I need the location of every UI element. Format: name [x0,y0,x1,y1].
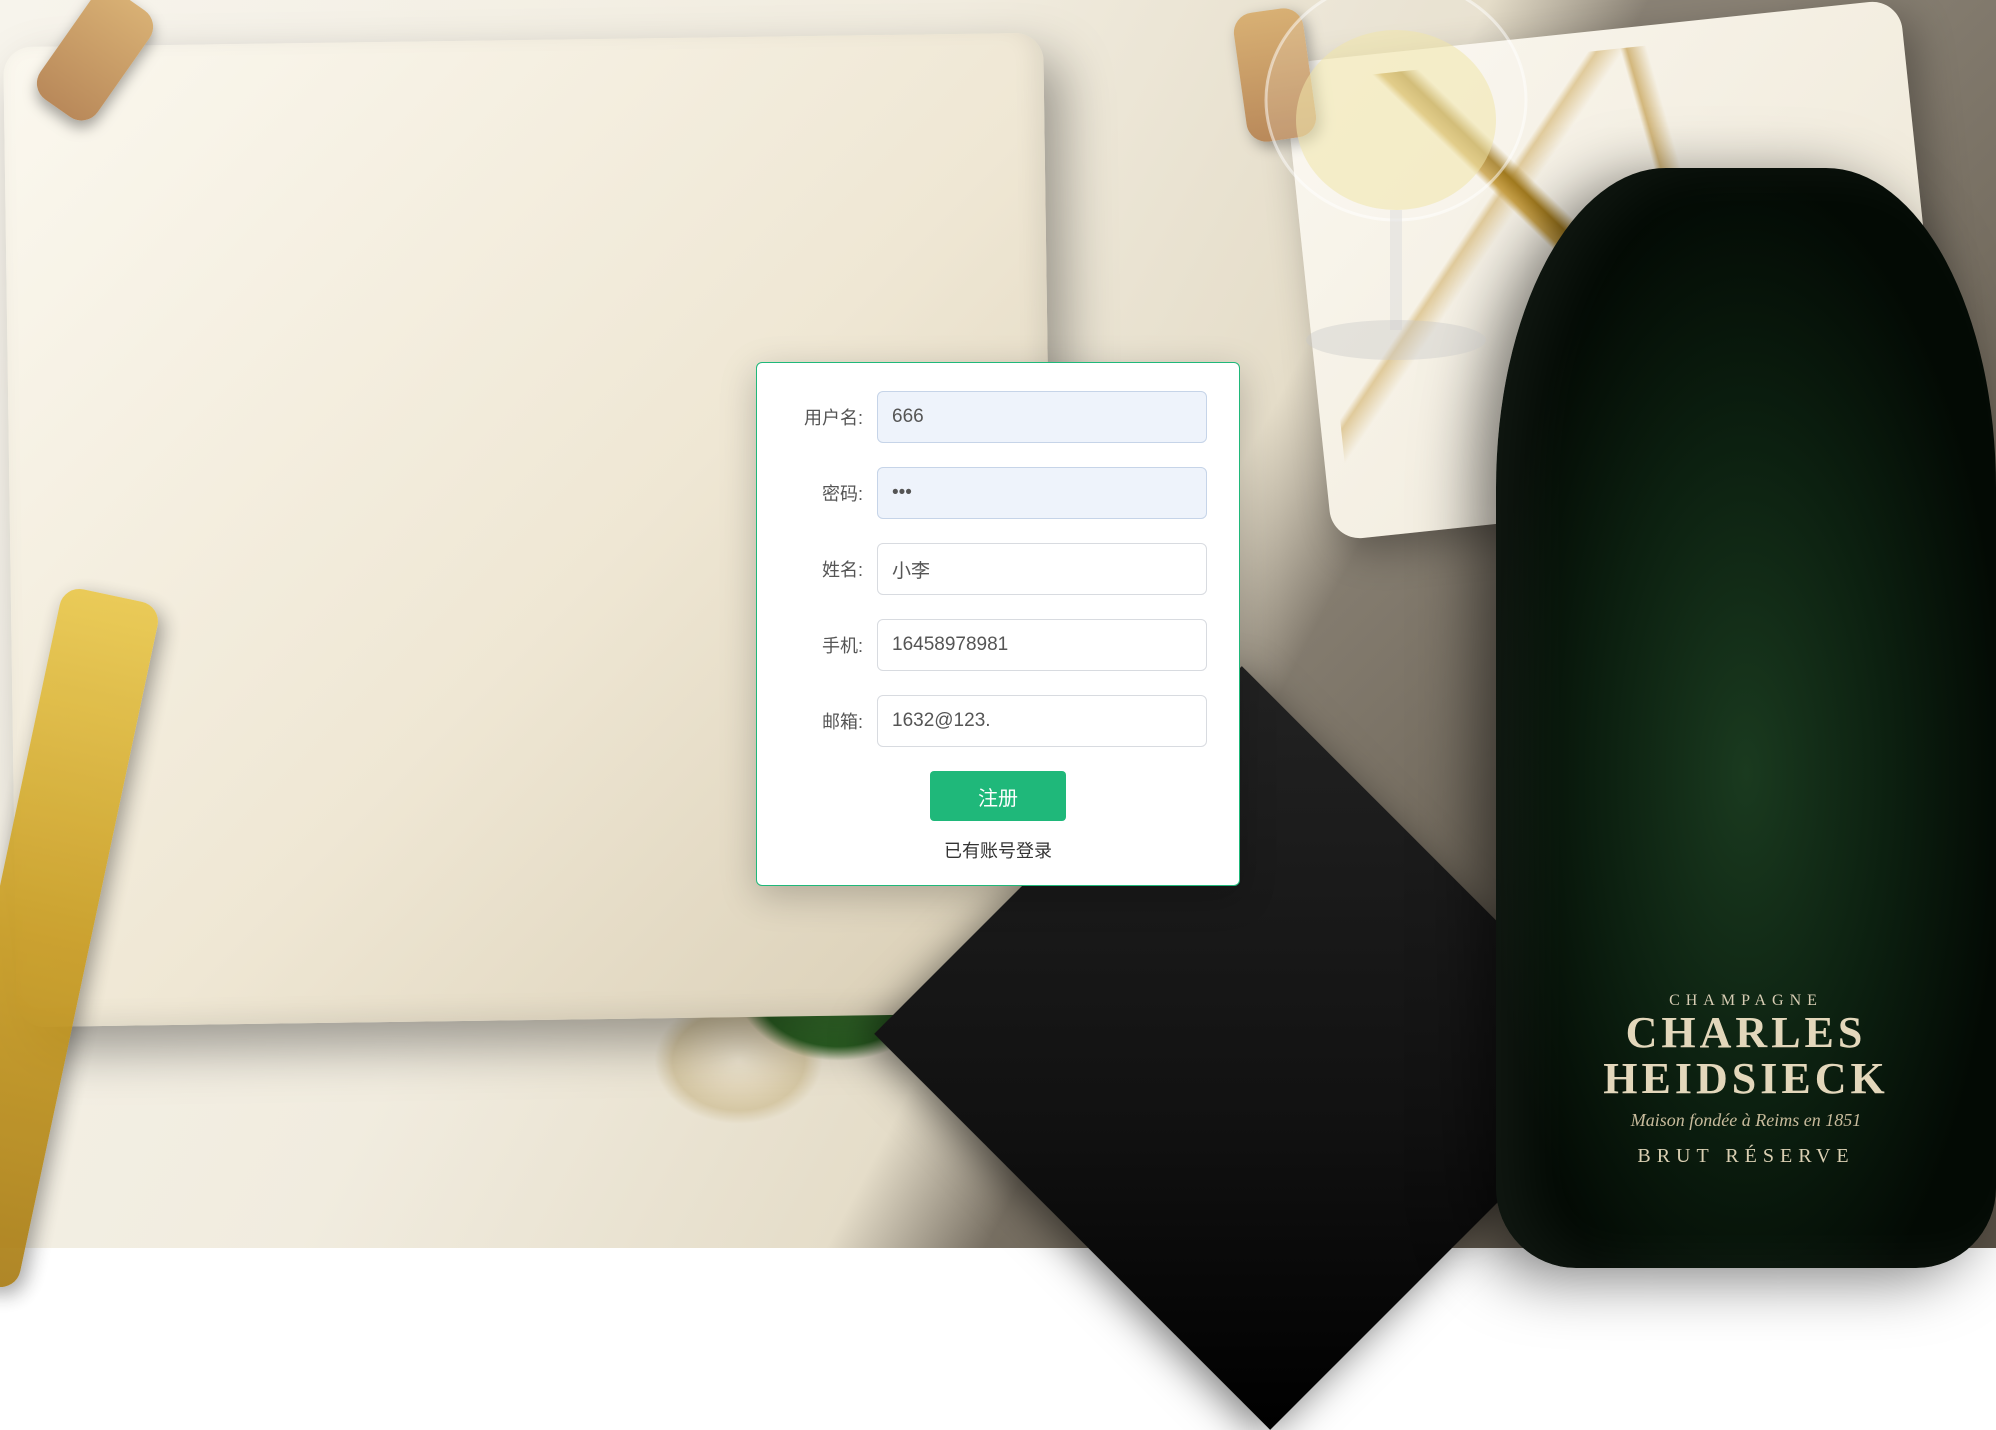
username-label: 用户名: [789,404,877,430]
bottle-label-brand2: HEIDSIECK [1556,1056,1936,1102]
phone-label: 手机: [789,632,877,658]
password-label: 密码: [789,480,877,506]
champagne-bottle-decor: CHAMPAGNE CHARLES HEIDSIECK Maison fondé… [1496,168,1996,1268]
username-input[interactable] [877,391,1207,443]
login-link[interactable]: 已有账号登录 [944,837,1052,863]
name-row: 姓名: [789,543,1207,595]
phone-row: 手机: [789,619,1207,671]
name-input[interactable] [877,543,1207,595]
bottle-label-brand1: CHARLES [1556,1010,1936,1056]
email-input[interactable] [877,695,1207,747]
bottle-label-script: Maison fondée à Reims en 1851 [1556,1110,1936,1131]
phone-input[interactable] [877,619,1207,671]
login-link-row: 已有账号登录 [789,837,1207,863]
submit-row: 注册 [789,771,1207,821]
register-button[interactable]: 注册 [930,771,1066,821]
name-label: 姓名: [789,556,877,582]
email-row: 邮箱: [789,695,1207,747]
password-row: 密码: [789,467,1207,519]
bottle-label-brut: BRUT RÉSERVE [1556,1145,1936,1168]
register-card: 用户名: 密码: 姓名: 手机: 邮箱: 注册 已有账号登录 [756,362,1240,886]
bottle-label: CHAMPAGNE CHARLES HEIDSIECK Maison fondé… [1556,986,1936,1168]
password-input[interactable] [877,467,1207,519]
email-label: 邮箱: [789,708,877,734]
username-row: 用户名: [789,391,1207,443]
